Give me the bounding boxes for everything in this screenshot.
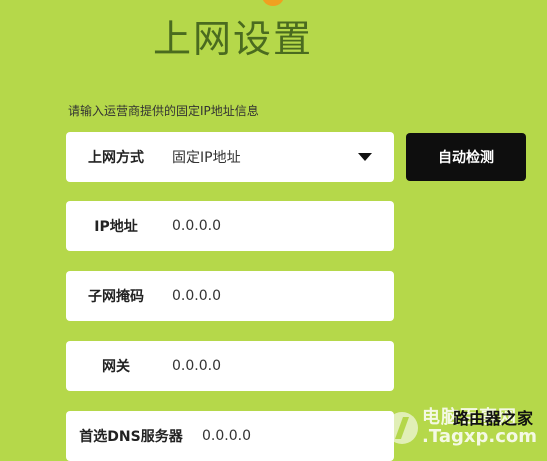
gateway-input[interactable]: 0.0.0.0: [166, 358, 394, 374]
watermark-line2: .Tagxp.com: [422, 426, 537, 448]
gateway-field[interactable]: 网关 0.0.0.0: [66, 341, 394, 391]
subnet-mask-label: 子网掩码: [88, 289, 144, 305]
gateway-label: 网关: [102, 359, 130, 375]
brand-logo-icon: [262, 0, 284, 6]
dropdown-caret-icon[interactable]: [358, 153, 372, 161]
subnet-mask-input[interactable]: 0.0.0.0: [166, 288, 394, 304]
connection-mode-label: 上网方式: [88, 150, 144, 166]
connection-mode-select[interactable]: 上网方式 固定IP地址: [66, 132, 394, 182]
connection-mode-value[interactable]: 固定IP地址: [166, 147, 358, 167]
subnet-mask-field[interactable]: 子网掩码 0.0.0.0: [66, 271, 394, 321]
instruction-text: 请输入运营商提供的固定IP地址信息: [68, 104, 259, 118]
primary-dns-field[interactable]: 首选DNS服务器 0.0.0.0: [66, 411, 394, 461]
ip-address-label: IP地址: [94, 219, 138, 235]
watermark-overlay: 路由器之家: [452, 409, 533, 428]
ip-address-input[interactable]: 0.0.0.0: [166, 218, 394, 234]
primary-dns-input[interactable]: 0.0.0.0: [196, 428, 394, 444]
ip-address-field[interactable]: IP地址 0.0.0.0: [66, 201, 394, 251]
auto-detect-button[interactable]: 自动检测: [406, 133, 526, 181]
watermark-logo-icon: [386, 412, 419, 445]
page-title: 上网设置: [152, 17, 313, 61]
primary-dns-label: 首选DNS服务器: [79, 429, 183, 445]
